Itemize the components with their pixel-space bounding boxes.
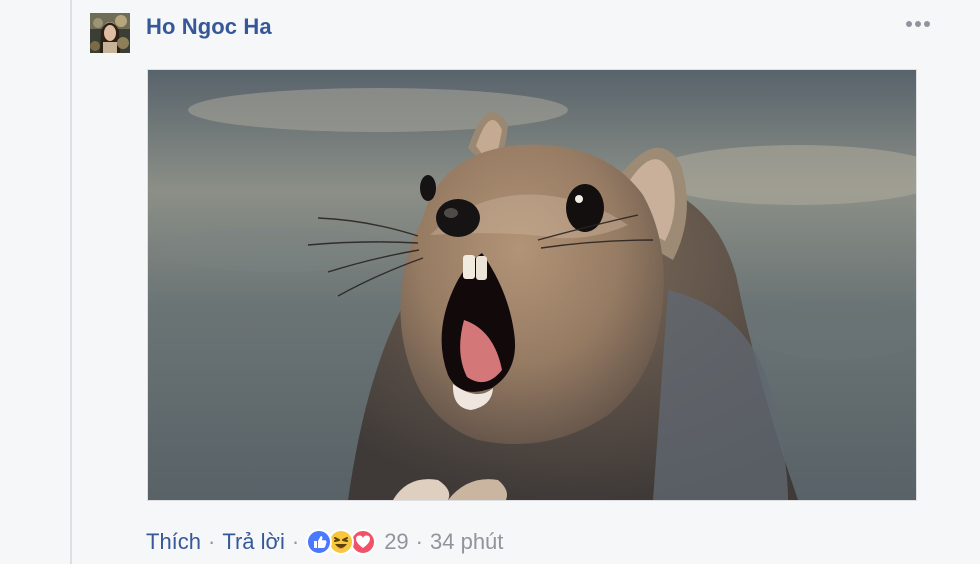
- thread-line: [70, 0, 72, 564]
- reactions-summary[interactable]: [306, 528, 377, 556]
- comment-thread: Ho Ngoc Ha Thích · Trả lời · 29 · 34 phú…: [0, 0, 980, 564]
- comment-actions: Thích · Trả lời · 29 · 34 phút: [146, 526, 503, 558]
- separator: ·: [291, 529, 300, 554]
- separator: ·: [208, 529, 216, 554]
- timestamp[interactable]: 34 phút: [430, 529, 503, 555]
- author-name[interactable]: Ho Ngoc Ha: [146, 14, 272, 40]
- more-dots-icon[interactable]: [904, 14, 932, 34]
- like-link[interactable]: Thích: [146, 529, 201, 555]
- separator: ·: [415, 529, 423, 554]
- reaction-count[interactable]: 29: [384, 529, 408, 555]
- comment-photo[interactable]: [147, 69, 917, 501]
- reply-link[interactable]: Trả lời: [222, 529, 285, 555]
- avatar[interactable]: [90, 13, 130, 53]
- like-icon: [306, 529, 333, 555]
